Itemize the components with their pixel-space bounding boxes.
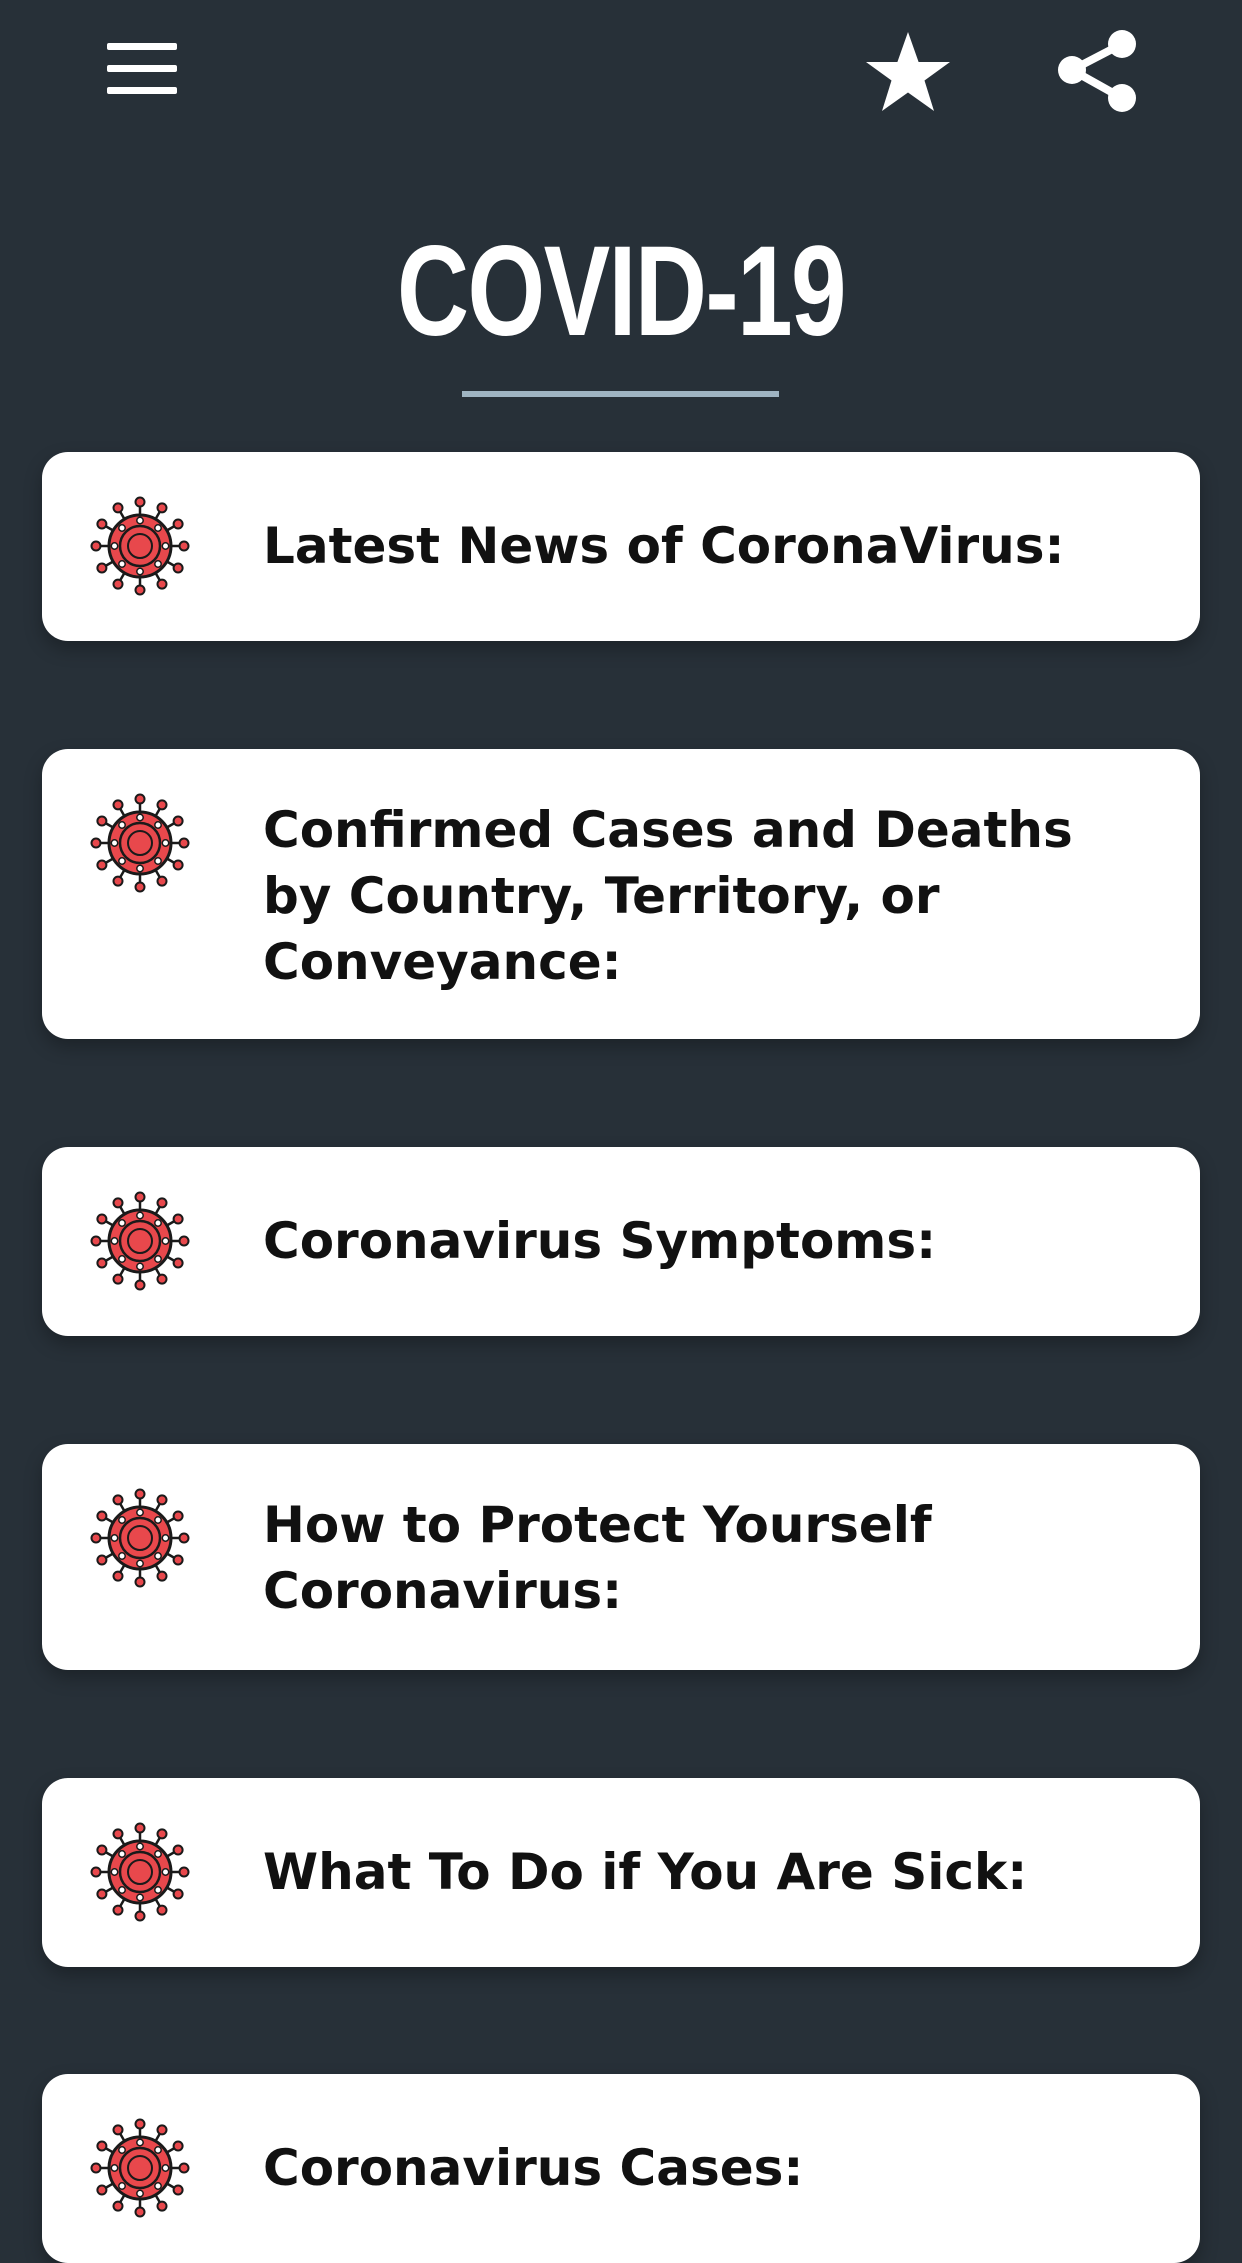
- page-title: COVID-19: [396, 220, 847, 363]
- card-label: Latest News of CoronaVirus:: [263, 517, 1065, 575]
- star-icon: [866, 32, 950, 111]
- card-label: Confirmed Cases and Deaths by Country, T…: [263, 801, 1073, 991]
- share-button[interactable]: [1052, 28, 1148, 118]
- hamburger-menu-icon: [107, 43, 177, 94]
- virus-icon: [90, 2118, 190, 2218]
- virus-icon: [90, 1822, 190, 1922]
- virus-icon: [90, 1488, 190, 1588]
- card-label: What To Do if You Are Sick:: [263, 1843, 1028, 1901]
- menu-button[interactable]: [92, 28, 192, 108]
- title-underline: [462, 391, 779, 397]
- virus-icon: [90, 1191, 190, 1291]
- top-app-bar: [0, 0, 1242, 150]
- menu-card-protect-yourself[interactable]: How to Protect Yourself Coronavirus:: [42, 1444, 1200, 1670]
- share-icon: [1058, 30, 1136, 112]
- favorite-button[interactable]: [860, 28, 956, 118]
- card-label: Coronavirus Symptoms:: [263, 1212, 937, 1270]
- card-label: Coronavirus Cases:: [263, 2139, 804, 2197]
- virus-icon: [90, 496, 190, 596]
- menu-card-confirmed-cases[interactable]: Confirmed Cases and Deaths by Country, T…: [42, 749, 1200, 1039]
- menu-card-symptoms[interactable]: Coronavirus Symptoms:: [42, 1147, 1200, 1336]
- menu-card-cases[interactable]: Coronavirus Cases:: [42, 2074, 1200, 2263]
- menu-card-if-sick[interactable]: What To Do if You Are Sick:: [42, 1778, 1200, 1967]
- menu-card-latest-news[interactable]: Latest News of CoronaVirus:: [42, 452, 1200, 641]
- virus-icon: [90, 793, 190, 893]
- card-label: How to Protect Yourself Coronavirus:: [263, 1496, 932, 1620]
